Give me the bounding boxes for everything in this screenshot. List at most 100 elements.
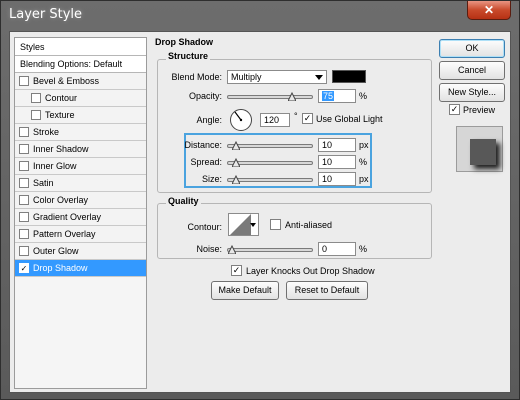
make-default-button[interactable]: Make Default <box>211 281 279 300</box>
style-item-pattern-overlay[interactable]: Pattern Overlay <box>15 226 146 243</box>
style-item-checkbox[interactable] <box>19 127 29 137</box>
new-style-button[interactable]: New Style... <box>439 83 505 102</box>
style-item-checkbox[interactable] <box>19 178 29 188</box>
use-global-light-label: Use Global Light <box>316 114 383 124</box>
noise-slider-thumb[interactable] <box>228 245 237 254</box>
styles-header[interactable]: Styles <box>15 38 146 56</box>
style-item-gradient-overlay[interactable]: Gradient Overlay <box>15 209 146 226</box>
contour-label: Contour: <box>187 222 222 232</box>
style-item-label: Gradient Overlay <box>33 212 102 222</box>
size-input[interactable]: 10 <box>318 172 356 186</box>
contour-dropdown-icon[interactable] <box>250 223 256 227</box>
layer-style-dialog: Layer Style ✕ Styles Blending Options: D… <box>0 0 520 400</box>
use-global-light-checkbox[interactable]: ✓ <box>302 113 313 124</box>
style-item-label: Stroke <box>33 127 60 137</box>
shadow-color-swatch[interactable] <box>332 70 366 83</box>
check-icon: ✓ <box>450 104 459 114</box>
title-bar[interactable]: Layer Style ✕ <box>1 1 519 29</box>
style-item-satin[interactable]: Satin <box>15 175 146 192</box>
style-item-checkbox[interactable] <box>31 93 41 103</box>
dialog-body: Styles Blending Options: Default Bevel &… <box>9 31 511 393</box>
spread-slider-thumb[interactable] <box>231 158 240 167</box>
style-item-stroke[interactable]: Stroke <box>15 124 146 141</box>
reset-to-default-button[interactable]: Reset to Default <box>286 281 368 300</box>
noise-value: 0 <box>322 244 328 254</box>
preview-label: Preview <box>463 105 496 115</box>
style-item-label: Color Overlay <box>33 195 89 205</box>
angle-dial[interactable] <box>230 109 252 131</box>
style-item-checkbox[interactable] <box>19 144 29 154</box>
preview-checkbox[interactable]: ✓ <box>449 104 460 115</box>
size-slider[interactable] <box>227 178 313 182</box>
style-item-contour[interactable]: Contour <box>15 90 146 107</box>
styles-list: Styles Blending Options: Default Bevel &… <box>14 37 147 389</box>
anti-aliased-checkbox[interactable] <box>270 219 281 230</box>
size-unit: px <box>359 174 369 184</box>
angle-value: 120 <box>264 115 280 125</box>
blending-options-item[interactable]: Blending Options: Default <box>15 56 146 73</box>
window-title: Layer Style <box>9 7 83 22</box>
spread-label: Spread: <box>190 157 222 167</box>
style-item-label: Drop Shadow <box>33 263 88 273</box>
layer-knocks-out-label: Layer Knocks Out Drop Shadow <box>246 266 375 276</box>
style-item-checkbox[interactable] <box>19 246 29 256</box>
style-item-label: Texture <box>45 110 75 120</box>
style-item-label: Outer Glow <box>33 246 79 256</box>
cancel-button[interactable]: Cancel <box>439 61 505 80</box>
style-item-drop-shadow[interactable]: ✓ Drop Shadow <box>15 260 146 277</box>
drop-shadow-title: Drop Shadow <box>153 37 215 47</box>
preview-square <box>470 139 496 165</box>
style-item-checkbox[interactable] <box>31 110 41 120</box>
noise-unit: % <box>359 244 368 254</box>
style-item-label: Inner Glow <box>33 161 77 171</box>
style-preview-thumbnail <box>456 126 503 172</box>
style-item-checkbox[interactable] <box>19 212 29 222</box>
spread-slider[interactable] <box>227 161 313 165</box>
style-item-checkbox[interactable] <box>19 161 29 171</box>
style-item-label: Contour <box>45 93 78 103</box>
spread-value: 10 <box>322 157 333 167</box>
contour-picker[interactable] <box>228 213 259 236</box>
size-value: 10 <box>322 174 333 184</box>
style-item-outer-glow[interactable]: Outer Glow <box>15 243 146 260</box>
style-item-color-overlay[interactable]: Color Overlay <box>15 192 146 209</box>
angle-dial-needle <box>234 111 243 122</box>
distance-input[interactable]: 10 <box>318 138 356 152</box>
style-item-texture[interactable]: Texture <box>15 107 146 124</box>
blend-mode-label: Blend Mode: <box>171 72 222 82</box>
distance-value: 10 <box>322 140 333 150</box>
spread-input[interactable]: 10 <box>318 155 356 169</box>
opacity-input[interactable]: 75 <box>318 89 356 103</box>
blend-mode-select[interactable]: Multiply <box>227 70 327 84</box>
distance-label: Distance: <box>184 140 222 150</box>
opacity-unit: % <box>359 91 368 101</box>
style-item-inner-shadow[interactable]: Inner Shadow <box>15 141 146 158</box>
opacity-slider[interactable] <box>227 95 313 99</box>
noise-slider[interactable] <box>227 248 313 252</box>
distance-slider-thumb[interactable] <box>231 141 240 150</box>
style-item-label: Bevel & Emboss <box>33 76 100 86</box>
style-item-bevel-emboss[interactable]: Bevel & Emboss <box>15 73 146 90</box>
opacity-label: Opacity: <box>188 91 222 101</box>
contour-linear-icon <box>230 214 251 235</box>
opacity-value: 75 <box>322 91 335 101</box>
close-button[interactable]: ✕ <box>467 1 511 20</box>
angle-input[interactable]: 120 <box>260 113 290 127</box>
size-label: Size: <box>201 174 222 184</box>
spread-unit: % <box>359 157 368 167</box>
layer-knocks-out-checkbox[interactable]: ✓ <box>231 265 242 276</box>
ok-button[interactable]: OK <box>439 39 505 58</box>
noise-label: Noise: <box>196 244 222 254</box>
style-item-checkbox[interactable] <box>19 195 29 205</box>
style-item-checkbox[interactable] <box>19 229 29 239</box>
style-item-checkbox[interactable]: ✓ <box>19 263 29 273</box>
size-slider-thumb[interactable] <box>231 175 240 184</box>
distance-slider[interactable] <box>227 144 313 148</box>
check-icon: ✓ <box>232 265 241 275</box>
style-item-inner-glow[interactable]: Inner Glow <box>15 158 146 175</box>
opacity-slider-thumb[interactable] <box>287 92 296 101</box>
angle-unit: ° <box>294 111 298 121</box>
check-icon: ✓ <box>303 113 312 123</box>
style-item-checkbox[interactable] <box>19 76 29 86</box>
noise-input[interactable]: 0 <box>318 242 356 256</box>
